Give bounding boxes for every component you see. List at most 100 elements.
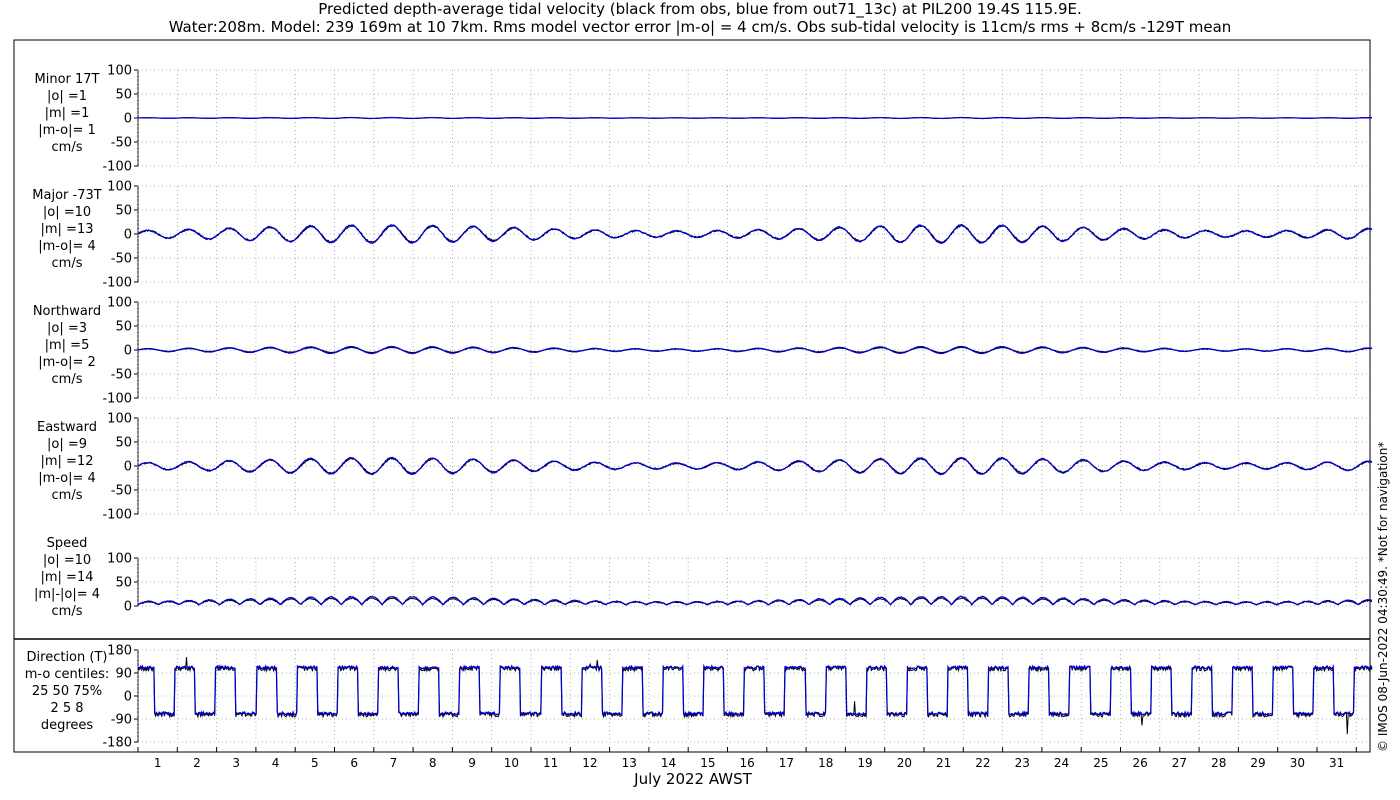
panel-label-line: cm/s bbox=[52, 140, 83, 155]
y-tick-label: -180 bbox=[102, 736, 132, 751]
x-tick-label: 13 bbox=[622, 756, 637, 770]
panel-label-line: |m| =5 bbox=[45, 338, 90, 353]
x-tick-label: 1 bbox=[154, 756, 162, 770]
x-tick-label: 22 bbox=[975, 756, 990, 770]
x-tick-label: 11 bbox=[543, 756, 558, 770]
panel-label-line: cm/s bbox=[52, 256, 83, 271]
panel-label-line: 2 5 8 bbox=[50, 701, 83, 716]
panel-label-line: |m| =1 bbox=[45, 106, 90, 121]
x-tick-label: 24 bbox=[1054, 756, 1069, 770]
panel-label-line: |m-o|= 4 bbox=[38, 471, 96, 486]
x-tick-label: 25 bbox=[1093, 756, 1108, 770]
x-tick-label: 3 bbox=[232, 756, 240, 770]
y-tick-label: 50 bbox=[115, 204, 132, 219]
x-tick-label: 27 bbox=[1172, 756, 1187, 770]
panel-label-line: |m| =13 bbox=[41, 222, 94, 237]
y-tick-label: 180 bbox=[107, 644, 132, 659]
y-tick-label: 100 bbox=[107, 296, 132, 311]
y-tick-label: -100 bbox=[102, 392, 132, 407]
panel-label-line: |m-o|= 4 bbox=[38, 239, 96, 254]
x-tick-label: 20 bbox=[897, 756, 912, 770]
x-tick-label: 4 bbox=[272, 756, 280, 770]
series-model-line bbox=[137, 116, 1373, 120]
x-tick-label: 7 bbox=[390, 756, 398, 770]
y-tick-label: 0 bbox=[124, 460, 132, 475]
x-tick-label: 9 bbox=[468, 756, 476, 770]
panel-label-line: |m| =12 bbox=[41, 454, 94, 469]
panel-direction: 180 90 0 -90 -180 Direction (T) m-o centiles: 2… bbox=[25, 644, 1373, 751]
x-tick-label: 14 bbox=[661, 756, 676, 770]
y-tick-label: 50 bbox=[115, 320, 132, 335]
panel-label-line: |m|-|o|= 4 bbox=[34, 587, 100, 602]
x-tick-label: 10 bbox=[504, 756, 519, 770]
y-tick-label: -100 bbox=[102, 508, 132, 523]
panel-label-line: cm/s bbox=[52, 488, 83, 503]
x-tick-label: 18 bbox=[818, 756, 833, 770]
copyright-note: © IMOS 08-Jun-2022 04:30:49. *Not for na… bbox=[1376, 442, 1390, 752]
outer-frame bbox=[13, 39, 1371, 753]
panel-label-line: cm/s bbox=[52, 604, 83, 619]
x-tick-label: 2 bbox=[193, 756, 201, 770]
y-tick-label: -50 bbox=[111, 368, 132, 383]
y-tick-label: -50 bbox=[111, 136, 132, 151]
y-tick-label: -100 bbox=[102, 160, 132, 175]
panel-label-line: |o| =10 bbox=[43, 205, 91, 220]
y-tick-label: 50 bbox=[115, 576, 132, 591]
y-tick-label: 0 bbox=[124, 112, 132, 127]
y-tick-label: 0 bbox=[124, 690, 132, 705]
y-tick-label: 50 bbox=[115, 88, 132, 103]
panel-label-line: |o| =10 bbox=[43, 553, 91, 568]
x-tick-label: 12 bbox=[582, 756, 597, 770]
x-tick-label: 17 bbox=[779, 756, 794, 770]
series-model-line bbox=[137, 595, 1373, 607]
panel-label-line: Speed bbox=[47, 536, 88, 551]
y-tick-label: -50 bbox=[111, 484, 132, 499]
tidal-velocity-chart: 100500-50-100Minor 17T|o| =1|m| =1|m-o|=… bbox=[13, 39, 1390, 788]
x-tick-label: 30 bbox=[1290, 756, 1305, 770]
y-tick-label: 90 bbox=[115, 667, 132, 682]
x-tick-label: 6 bbox=[350, 756, 358, 770]
panel-label-line: |m-o|= 2 bbox=[38, 355, 96, 370]
panel-label-line: |o| =1 bbox=[47, 89, 87, 104]
panel-speed: 100 50 0 Speed |o| =10 |m| =14 |m|-|o|= 4 cm/s bbox=[34, 536, 1373, 619]
panel-label-line: |m| =14 bbox=[41, 570, 94, 585]
x-tick-label: 8 bbox=[429, 756, 437, 770]
y-tick-label: -50 bbox=[111, 252, 132, 267]
x-tick-label: 29 bbox=[1250, 756, 1265, 770]
y-tick-label: -100 bbox=[102, 276, 132, 291]
y-tick-label: 0 bbox=[124, 344, 132, 359]
panel-northward: 100 50 0 -50 -100 Northward |o| =3 |m| =5 |m-o|=… bbox=[33, 296, 1373, 407]
x-tick-label: 5 bbox=[311, 756, 319, 770]
panel-label-line: |o| =3 bbox=[47, 321, 87, 336]
x-tick-label: 28 bbox=[1211, 756, 1226, 770]
y-tick-label: 0 bbox=[124, 228, 132, 243]
panel-label-line: Minor 17T bbox=[35, 72, 100, 87]
panel-label-line: 25 50 75% bbox=[32, 684, 102, 699]
y-tick-label: 100 bbox=[107, 412, 132, 427]
y-tick-label: 50 bbox=[115, 436, 132, 451]
panel-label-line: cm/s bbox=[52, 372, 83, 387]
panel-label-line: Northward bbox=[33, 304, 101, 319]
x-tick-label: 23 bbox=[1015, 756, 1030, 770]
panel-eastward: 100 50 0 -50 -100 Eastward |o| =9 |m| =12 |m-o|=… bbox=[37, 412, 1373, 523]
panel-label-line: |o| =9 bbox=[47, 437, 87, 452]
x-tick-label: 31 bbox=[1329, 756, 1344, 770]
x-tick-label: 15 bbox=[700, 756, 715, 770]
x-tick-label: 19 bbox=[857, 756, 872, 770]
panel-label-line: m-o centiles: bbox=[25, 667, 110, 682]
y-tick-label: -90 bbox=[111, 713, 132, 728]
panel-label-line: Eastward bbox=[37, 420, 97, 435]
panel-major: 100 50 0 -50 -100 Major -73T |o| =10 |m| =13 |m-… bbox=[32, 180, 1373, 291]
x-tick-label: 26 bbox=[1132, 756, 1147, 770]
panel-label-line: |m-o|= 1 bbox=[38, 123, 96, 138]
panel-label-line: degrees bbox=[41, 718, 94, 733]
x-tick-label: 16 bbox=[739, 756, 754, 770]
y-tick-label: 100 bbox=[107, 64, 132, 79]
y-tick-label: 100 bbox=[107, 552, 132, 567]
y-tick-label: 100 bbox=[107, 180, 132, 195]
panel-label-line: Direction (T) bbox=[27, 650, 108, 665]
panel-minor: 100 50 0 -50 -100 Minor 17T |o| =1 |m| =1 |m-o|=… bbox=[35, 64, 1373, 175]
x-axis-label: July 2022 AWST bbox=[633, 770, 752, 788]
panel-label-line: Major -73T bbox=[32, 188, 101, 203]
y-tick-label: 0 bbox=[124, 600, 132, 615]
